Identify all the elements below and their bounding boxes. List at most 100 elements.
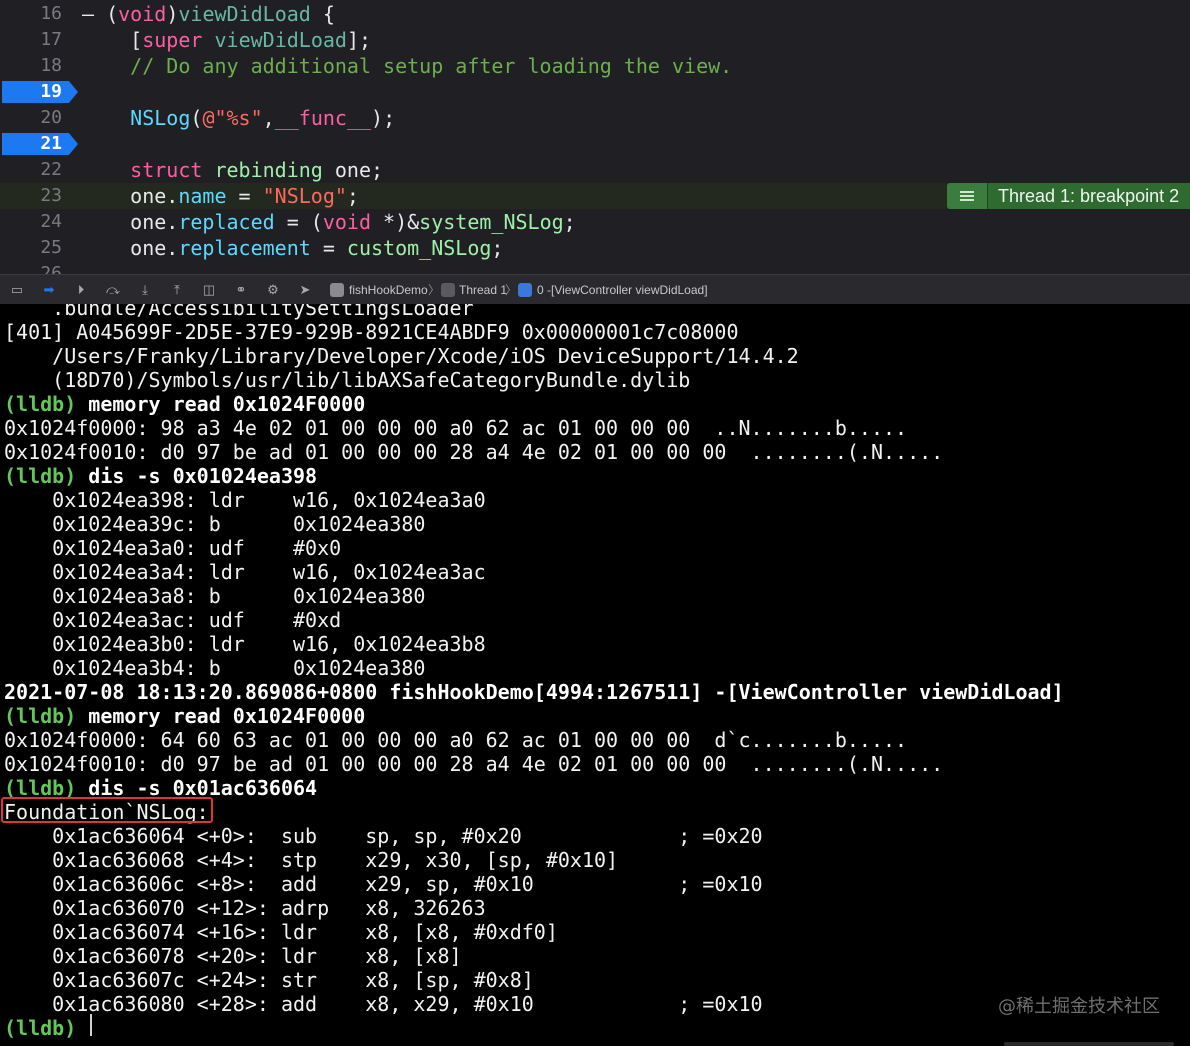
- code-token: rebinding: [214, 158, 323, 182]
- code-token: viewDidLoad: [178, 2, 311, 26]
- source-editor[interactable]: 16 – (void)viewDidLoad {17 [super viewDid…: [0, 0, 1190, 274]
- step-over-icon[interactable]: ⤼: [104, 281, 122, 299]
- console-line: 0x1ac636074 <+16>: ldr x8, [x8, #0xdf0]: [4, 920, 558, 944]
- console-line: /Users/Franky/Library/Developer/Xcode/iO…: [4, 344, 799, 368]
- breadcrumb-frame[interactable]: 0 -[ViewController viewDidLoad]: [537, 275, 708, 305]
- console-line: 0x1ac636064 <+0>: sub sp, sp, #0x20 ; =0…: [4, 824, 763, 848]
- console-line: 0x1024ea39c: b 0x1024ea380: [4, 512, 425, 536]
- view-hierarchy-icon[interactable]: ◫: [200, 281, 218, 299]
- gutter[interactable]: 23: [0, 183, 64, 209]
- step-out-icon[interactable]: ⤒: [168, 281, 186, 299]
- code-line[interactable]: 26: [0, 261, 1190, 274]
- code-line[interactable]: 22 struct rebinding one;: [0, 157, 1190, 183]
- lldb-command: memory read 0x1024F0000: [76, 392, 366, 416]
- code-token: (: [190, 106, 203, 130]
- code-token: *)&: [371, 210, 420, 234]
- console-output: 0x1ac636078 <+20>: ldr x8, [x8]: [4, 944, 462, 968]
- lldb-prompt: (lldb): [4, 1016, 77, 1040]
- console-line: 0x1ac636078 <+20>: ldr x8, [x8]: [4, 944, 462, 968]
- code-line[interactable]: 24 one.replaced = (void *)&system_NSLog;: [0, 209, 1190, 235]
- console-output: 0x1ac636074 <+16>: ldr x8, [x8, #0xdf0]: [4, 920, 558, 944]
- simulate-location-icon[interactable]: ➤: [296, 281, 314, 299]
- console-output: 0x1024f0010: d0 97 be ad 01 00 00 00 28 …: [4, 440, 944, 464]
- code-token: =: [226, 184, 263, 208]
- console-output: .bundle/AccessibilitySettingsLoader: [4, 304, 474, 320]
- lldb-prompt: (lldb): [4, 392, 77, 416]
- breakpoint-marker[interactable]: 21: [2, 133, 78, 155]
- code-token: void: [322, 210, 371, 234]
- chevron-right-icon: 〉: [428, 283, 441, 297]
- console-output: 0x1ac63607c <+24>: str x8, [sp, #0x8]: [4, 968, 534, 992]
- lldb-command: memory read 0x1024F0000: [76, 704, 366, 728]
- code-token: system_NSLog: [419, 210, 564, 234]
- code-line[interactable]: 19: [0, 79, 1190, 105]
- console-output: 0x1024ea3b4: b 0x1024ea380: [4, 656, 426, 680]
- gutter[interactable]: 18: [0, 53, 64, 79]
- scrollbar[interactable]: [1004, 1042, 1174, 1046]
- gutter[interactable]: 22: [0, 157, 64, 183]
- line-number: 18: [40, 55, 62, 76]
- code-token: ,: [262, 106, 275, 130]
- lldb-console[interactable]: (lldb) 0x1ac636080 <+28>: add x8, x29, #…: [0, 304, 1190, 1046]
- code-line[interactable]: 16 – (void)viewDidLoad {: [0, 1, 1190, 27]
- console-output: 0x1024ea3b0: ldr w16, 0x1024ea3b8: [4, 632, 486, 656]
- thread-breakpoint-badge[interactable]: Thread 1: breakpoint 2: [947, 183, 1190, 209]
- lldb-command: dis -s 0x01024ea398: [76, 464, 318, 488]
- gutter[interactable]: 20: [0, 105, 64, 131]
- gutter[interactable]: 16: [0, 1, 64, 27]
- code-token: @"%s": [202, 106, 263, 130]
- console-line: 0x1ac636070 <+12>: adrp x8, 326263: [4, 896, 485, 920]
- gutter[interactable]: 26: [0, 261, 64, 274]
- memory-graph-icon[interactable]: ⚭: [232, 281, 250, 299]
- code-line[interactable]: 20 NSLog(@"%s",__func__);: [0, 105, 1190, 131]
- console-line: 0x1ac63606c <+8>: add x29, sp, #0x10 ; =…: [4, 872, 762, 896]
- continue-icon[interactable]: ⏵: [72, 281, 90, 299]
- console-line: 2021-07-08 18:13:20.869086+0800 fishHook…: [4, 680, 1064, 704]
- console-output: (18D70)/Symbols/usr/lib/libAXSafeCategor…: [4, 368, 691, 392]
- breakpoint-marker[interactable]: 19: [2, 81, 78, 103]
- code-token: );: [371, 106, 396, 130]
- code-line[interactable]: 17 [super viewDidLoad];: [0, 27, 1190, 53]
- text-cursor: [90, 1014, 92, 1036]
- code-token: replaced: [178, 210, 275, 234]
- code-token: = (: [274, 210, 323, 234]
- console-output: 0x1024ea39c: b 0x1024ea380: [4, 512, 426, 536]
- hide-debug-area-icon[interactable]: ▭: [8, 281, 26, 299]
- code-token: one.: [82, 210, 179, 234]
- console-line: 0x1024f0010: d0 97 be ad 01 00 00 00 28 …: [4, 752, 943, 776]
- code-token: –: [82, 2, 107, 26]
- console-output: 0x1ac636080 <+28>: add x8, x29, #0x10 ; …: [4, 992, 763, 1016]
- code-token: =: [310, 236, 347, 260]
- console-output: 0x1024ea3ac: udf #0xd: [4, 608, 342, 632]
- code-token: name: [178, 184, 227, 208]
- gutter[interactable]: 25: [0, 235, 64, 261]
- code-token: ;: [346, 184, 359, 208]
- code-token: (: [106, 2, 119, 26]
- nslog-symbol-highlight: [1, 797, 213, 823]
- console-output: 0x1ac636064 <+0>: sub sp, sp, #0x20 ; =0…: [4, 824, 763, 848]
- gutter[interactable]: 17: [0, 27, 64, 53]
- frame-user-icon: [518, 283, 532, 297]
- code-line[interactable]: 21: [0, 131, 1190, 157]
- code-line[interactable]: 18 // Do any additional setup after load…: [0, 53, 1190, 79]
- line-number: 19: [40, 81, 62, 102]
- step-into-icon[interactable]: ⤓: [136, 281, 154, 299]
- console-line: 0x1024ea3b0: ldr w16, 0x1024ea3b8: [4, 632, 486, 656]
- code-text: one.name = "NSLog";: [82, 183, 359, 209]
- gutter[interactable]: 24: [0, 209, 64, 235]
- console-output: 0x1024ea3a0: udf #0x0: [4, 536, 342, 560]
- console-line: 0x1024ea3a0: udf #0x0: [4, 536, 341, 560]
- environment-overrides-icon[interactable]: ⚙: [264, 281, 282, 299]
- code-text: – (void)viewDidLoad {: [82, 1, 335, 27]
- console-line: (lldb) memory read 0x1024F0000: [4, 392, 365, 416]
- code-text: // Do any additional setup after loading…: [82, 53, 732, 79]
- code-token: void: [118, 2, 167, 26]
- breadcrumb-project[interactable]: fishHookDemo: [349, 275, 428, 305]
- code-line[interactable]: 25 one.replacement = custom_NSLog;: [0, 235, 1190, 261]
- breadcrumb-thread[interactable]: Thread 1: [459, 275, 507, 305]
- line-number: 23: [40, 185, 62, 206]
- breakpoints-toggle-icon[interactable]: ➡: [40, 281, 58, 299]
- console-line: 0x1024f0000: 98 a3 4e 02 01 00 00 00 a0 …: [4, 416, 907, 440]
